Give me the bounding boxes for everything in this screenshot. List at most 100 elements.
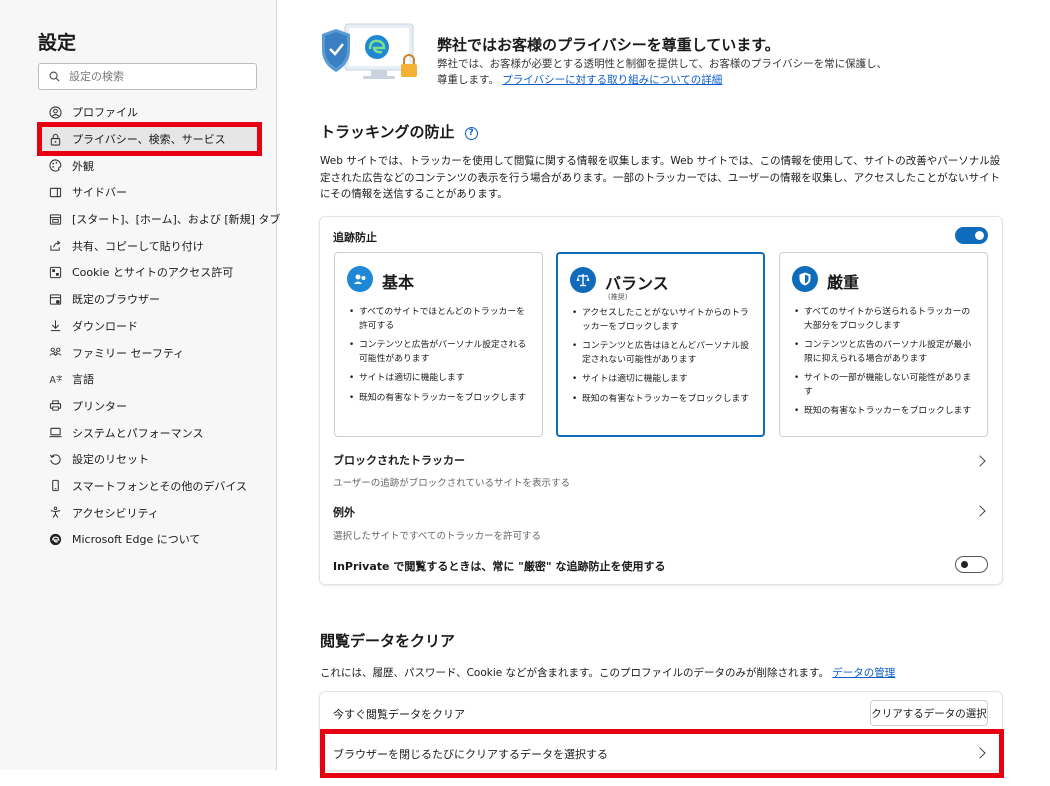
sidebar-item-sidebar[interactable]: サイドバー [38, 179, 258, 206]
phone-icon [48, 479, 62, 493]
shield-icon [792, 266, 818, 292]
chevron-right-icon [974, 505, 986, 517]
sidebar-item-reset-settings[interactable]: 設定のリセット [38, 446, 258, 473]
search-icon [49, 67, 60, 86]
printer-icon [48, 399, 62, 413]
profile-icon [48, 105, 62, 119]
clear-data-description: これには、履歴、パスワード、Cookie などが含まれます。このプロファイルのデ… [320, 665, 895, 680]
option-bullet: アクセスしたことがないサイトからのトラッカーをブロックします [570, 307, 756, 334]
inprivate-strict-toggle[interactable] [955, 556, 988, 573]
sidebar-item-accessibility[interactable]: アクセシビリティ [38, 499, 258, 526]
tracking-toggle-label: 追跡防止 [333, 231, 377, 244]
family-icon [48, 346, 62, 360]
sidebar-item-label: Cookie とサイトのアクセス許可 [72, 266, 234, 280]
option-recommended: (推奨) [608, 293, 628, 301]
basic-icon [347, 266, 373, 292]
settings-search-box[interactable] [38, 63, 257, 90]
option-bullets: すべてのサイトから送られるトラッカーの大部分をブロックします コンテンツと広告の… [792, 306, 978, 425]
settings-sidebar: 設定 プロファイル プライバシー、検索、サービス 外観 サイドバー [スタート]… [0, 0, 280, 770]
exceptions-row[interactable]: 例外 選択したサイトですべてのトラッカーを許可する [320, 497, 1002, 543]
sidebar-item-label: ファミリー セーフティ [72, 346, 185, 360]
search-input[interactable] [69, 70, 239, 83]
sidebar-item-label: プリンター [72, 399, 127, 413]
blocked-trackers-label: ブロックされたトラッカー [333, 454, 465, 467]
option-bullet: サイトの一部が機能しない可能性があります [792, 372, 978, 399]
sidebar-item-label: スマートフォンとその他のデバイス [72, 479, 248, 493]
option-name: 厳重 [827, 273, 860, 292]
tracking-option-basic[interactable]: 基本 すべてのサイトでほとんどのトラッカーを許可する コンテンツと広告がパーソナ… [334, 252, 543, 437]
accessibility-icon [48, 506, 62, 520]
sidebar-icon [48, 185, 62, 199]
sidebar-item-label: 設定のリセット [72, 453, 149, 467]
sidebar-item-system-performance[interactable]: システムとパフォーマンス [38, 419, 258, 446]
sidebar-item-downloads[interactable]: ダウンロード [38, 313, 258, 340]
sidebar-item-label: 外観 [72, 159, 94, 173]
sidebar-title: 設定 [38, 32, 77, 54]
clear-now-label: 今すぐ閲覧データをクリア [333, 708, 465, 721]
cookie-icon [48, 265, 62, 279]
sidebar-item-label: 言語 [72, 373, 94, 387]
sidebar-item-cookies[interactable]: Cookie とサイトのアクセス許可 [38, 259, 258, 286]
manage-data-link[interactable]: データの管理 [832, 667, 895, 679]
tracking-section-title: トラッキングの防止? [320, 121, 478, 142]
tracking-description: Web サイトでは、トラッカーを使用して閲覧に関する情報を収集します。Web サ… [320, 155, 1001, 200]
system-icon [48, 426, 62, 440]
appearance-icon [48, 159, 62, 173]
sidebar-item-start-home-new-tab[interactable]: [スタート]、[ホーム]、および [新規] タブ [38, 206, 280, 233]
clear-description-text: これには、履歴、パスワード、Cookie などが含まれます。このプロファイルのデ… [320, 667, 829, 679]
option-bullet: すべてのサイトから送られるトラッカーの大部分をブロックします [792, 306, 978, 333]
privacy-illustration [319, 20, 424, 88]
clear-data-title: 閲覧データをクリア [320, 632, 456, 650]
sidebar-item-family-safety[interactable]: ファミリー セーフティ [38, 339, 258, 366]
sidebar-item-appearance[interactable]: 外観 [38, 152, 258, 179]
sidebar-item-label: 既定のブラウザー [72, 293, 160, 307]
exceptions-sub: 選択したサイトですべてのトラッカーを許可する [333, 531, 541, 542]
download-icon [48, 319, 62, 333]
highlight-box-clear-on-close [320, 729, 1004, 778]
sidebar-item-label: ダウンロード [72, 319, 138, 333]
edge-icon [48, 532, 62, 546]
sidebar-item-default-browser[interactable]: 既定のブラウザー [38, 286, 258, 313]
hero-text: 弊社では、お客様が必要とする透明性と制御を提供して、お客様のプライバシーを常に保… [437, 56, 897, 88]
privacy-learn-more-link[interactable]: プライバシーに対する取り組みについての詳細 [502, 74, 722, 86]
option-bullet: サイトは適切に機能します [347, 372, 533, 386]
browser-icon [48, 292, 62, 306]
sidebar-item-label: プロファイル [72, 106, 138, 120]
sidebar-nav: プロファイル プライバシー、検索、サービス 外観 サイドバー [スタート]、[ホ… [38, 99, 280, 553]
chevron-right-icon [974, 455, 986, 467]
sidebar-item-about-edge[interactable]: Microsoft Edge について [38, 526, 258, 553]
svg-text:字: 字 [55, 373, 61, 382]
reset-icon [48, 452, 62, 466]
choose-data-to-clear-button[interactable]: クリアするデータの選択 [870, 700, 988, 726]
option-bullet: 既知の有害なトラッカーをブロックします [570, 393, 756, 407]
blocked-trackers-sub: ユーザーの追跡がブロックされているサイトを表示する [333, 478, 571, 489]
sidebar-item-share-copy-paste[interactable]: 共有、コピーして貼り付け [38, 232, 258, 259]
tracking-option-balanced[interactable]: バランス (推奨) アクセスしたことがないサイトからのトラッカーをブロックします… [556, 252, 765, 437]
share-icon [48, 239, 62, 253]
tracking-title: トラッキングの防止 [320, 123, 455, 141]
option-bullet: サイトは適切に機能します [570, 373, 756, 387]
tracking-option-strict[interactable]: 厳重 すべてのサイトから送られるトラッカーの大部分をブロックします コンテンツと… [779, 252, 988, 437]
option-bullet: 既知の有害なトラッカーをブロックします [347, 392, 533, 406]
option-bullets: すべてのサイトでほとんどのトラッカーを許可する コンテンツと広告がパーソナル設定… [347, 306, 533, 411]
option-bullet: コンテンツと広告のパーソナル設定が最小限に抑えられる場合があります [792, 339, 978, 366]
balance-scale-icon [570, 267, 596, 293]
sidebar-item-label: [スタート]、[ホーム]、および [新規] タブ [72, 213, 281, 227]
sidebar-item-languages[interactable]: A字 言語 [38, 366, 258, 393]
hero-title: 弊社ではお客様のプライバシーを尊重しています。 [437, 36, 780, 54]
sidebar-item-printers[interactable]: プリンター [38, 393, 258, 420]
blocked-trackers-row[interactable]: ブロックされたトラッカー ユーザーの追跡がブロックされているサイトを表示する [320, 443, 1002, 493]
sidebar-item-phone-devices[interactable]: スマートフォンとその他のデバイス [38, 473, 258, 500]
tracking-prevention-toggle[interactable] [955, 227, 988, 244]
help-icon[interactable]: ? [464, 126, 478, 140]
option-name: 基本 [382, 273, 415, 292]
sidebar-item-label: サイドバー [72, 186, 127, 200]
sidebar-item-label: アクセシビリティ [72, 506, 159, 520]
language-icon: A字 [48, 372, 62, 386]
option-bullet: コンテンツと広告はほとんどパーソナル設定されない可能性があります [570, 340, 756, 367]
option-bullet: コンテンツと広告がパーソナル設定される可能性があります [347, 339, 533, 366]
inprivate-strict-label: InPrivate で閲覧するときは、常に "厳密" な追跡防止を使用する [333, 560, 666, 573]
main-content: 弊社ではお客様のプライバシーを尊重しています。 弊社では、お客様が必要とする透明… [278, 0, 1050, 770]
exceptions-label: 例外 [333, 506, 355, 519]
sidebar-item-label: 共有、コピーして貼り付け [72, 239, 204, 253]
